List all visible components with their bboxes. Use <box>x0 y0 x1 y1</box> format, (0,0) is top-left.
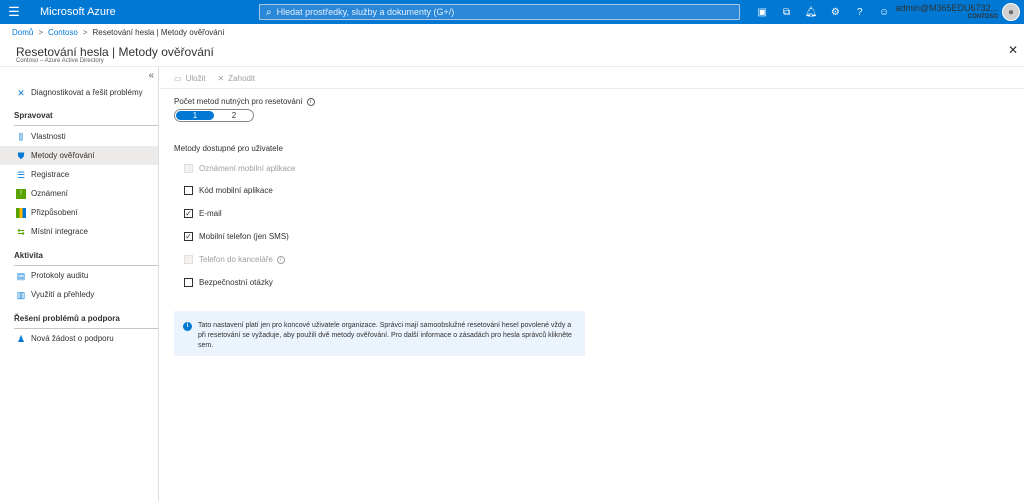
properties-icon: ⫼ <box>18 131 24 142</box>
info-message: i Tato nastavení platí jen pro koncové u… <box>174 311 585 356</box>
sidebar-item-label: Přizpůsobení <box>31 208 78 217</box>
sidebar-item-label: Vlastnosti <box>31 132 66 141</box>
info-icon[interactable]: i <box>306 97 315 106</box>
avatar[interactable]: ● <box>1002 3 1020 21</box>
checkbox-label: Oznámení mobilní aplikace <box>199 164 296 173</box>
sidebar-item-usage[interactable]: ▥ Využití a přehledy <box>0 285 158 304</box>
sidebar-item-auth-methods[interactable]: ⛊ Metody ověřování <box>0 146 158 165</box>
breadcrumb-separator: > <box>82 28 88 37</box>
notification-icon: ! <box>16 188 26 199</box>
checkbox-mobile-phone[interactable]: ✓ Mobilní telefon (jen SMS) <box>184 232 289 241</box>
search-icon: ⌕ <box>266 6 272 18</box>
info-text[interactable]: Tato nastavení platí jen pro koncové uži… <box>198 322 572 349</box>
methods-required-text: Počet metod nutných pro resetování <box>174 97 303 106</box>
methods-required-toggle[interactable]: 1 2 <box>174 109 254 122</box>
section-support: Řešení problémů a podpora <box>14 314 120 323</box>
header-icons: ▣ ⧉ 🔔︎ ⚙ ? ☺ <box>750 0 896 24</box>
sidebar-item-label: Místní integrace <box>31 227 88 236</box>
sidebar-item-label: Registrace <box>31 170 70 179</box>
collapse-sidebar-icon[interactable]: « <box>148 70 154 81</box>
brand-title[interactable]: Microsoft Azure <box>40 6 116 18</box>
user-account[interactable]: admin@M365EDU6732... CONTOSO <box>895 3 998 21</box>
sidebar-item-properties[interactable]: ⫼ Vlastnosti <box>0 127 158 146</box>
discard-button[interactable]: ✕ Zahodit <box>218 74 255 83</box>
save-icon: ▭ <box>174 74 182 83</box>
hamburger-menu-icon[interactable]: ☰ <box>0 0 28 24</box>
checkbox-label: Mobilní telefon (jen SMS) <box>199 232 289 241</box>
sidebar-item-label: Oznámení <box>31 189 68 198</box>
user-name: admin@M365EDU6732... <box>895 3 998 13</box>
search-input[interactable]: ⌕ Hledat prostředky, služby a dokumenty … <box>259 4 740 20</box>
checkbox-mobile-app-notification: Oznámení mobilní aplikace <box>184 164 296 173</box>
toggle-option-1[interactable]: 1 <box>175 110 215 121</box>
breadcrumb-home[interactable]: Domů <box>12 28 33 37</box>
checkbox-email[interactable]: ✓ E-mail <box>184 209 222 218</box>
breadcrumb-current: Resetování hesla | Metody ověřování <box>92 28 225 37</box>
sidebar-item-new-support-request[interactable]: ♟ Nová žádost o podporu <box>0 329 158 348</box>
tenant-name: CONTOSO <box>967 14 998 20</box>
available-methods-label: Metody dostupné pro uživatele <box>174 144 283 153</box>
checkbox-box[interactable] <box>184 186 193 195</box>
feedback-icon[interactable]: ☺ <box>872 0 896 24</box>
cloud-shell-icon[interactable]: ▣ <box>750 0 774 24</box>
command-bar: ▭ Uložit ✕ Zahodit <box>174 74 255 83</box>
sidebar-item-label: Nová žádost o podporu <box>31 334 114 343</box>
checkbox-box[interactable] <box>184 278 193 287</box>
search-placeholder: Hledat prostředky, služby a dokumenty (G… <box>276 7 455 17</box>
audit-log-icon: ▤ <box>16 270 26 281</box>
sidebar-item-registration[interactable]: ☰ Registrace <box>0 165 158 184</box>
page-subtitle: Contoso – Azure Active Directory <box>16 58 104 64</box>
sidebar-item-label: Využití a přehledy <box>31 290 95 299</box>
sidebar-item-label: Metody ověřování <box>31 151 95 160</box>
sidebar-item-notifications[interactable]: ! Oznámení <box>0 184 158 203</box>
discard-label: Zahodit <box>228 74 255 83</box>
checkbox-security-questions[interactable]: Bezpečnostní otázky <box>184 278 273 287</box>
sidebar-item-customization[interactable]: Přizpůsobení <box>0 203 158 222</box>
checkbox-label: E-mail <box>199 209 222 218</box>
page-title: Resetování hesla | Metody ověřování <box>16 45 214 59</box>
sidebar-item-diagnose[interactable]: ✕ Diagnostikovat a řešit problémy <box>0 83 158 102</box>
bell-icon[interactable]: 🔔︎ <box>799 0 823 24</box>
breadcrumb-contoso[interactable]: Contoso <box>48 28 78 37</box>
gear-icon[interactable]: ⚙ <box>823 0 847 24</box>
checkbox-office-phone: Telefon do kanceláře i <box>184 255 285 264</box>
support-person-icon: ♟ <box>16 333 26 344</box>
directory-filter-icon[interactable]: ⧉ <box>774 0 798 24</box>
divider <box>160 88 1024 89</box>
breadcrumb-separator: > <box>38 28 44 37</box>
list-icon: ☰ <box>16 169 26 180</box>
checkbox-label: Bezpečnostní otázky <box>199 278 273 287</box>
shield-icon: ⛊ <box>17 150 25 161</box>
info-icon[interactable]: i <box>276 255 285 264</box>
divider <box>14 125 158 126</box>
sidebar: « ✕ Diagnostikovat a řešit problémy Spra… <box>0 67 159 501</box>
checkbox-mobile-app-code[interactable]: Kód mobilní aplikace <box>184 186 273 195</box>
help-icon[interactable]: ? <box>848 0 872 24</box>
info-icon: i <box>183 322 192 331</box>
checkbox-label: Kód mobilní aplikace <box>199 186 273 195</box>
checkmark-icon[interactable]: ✓ <box>184 232 193 241</box>
integration-icon: ⇆ <box>17 226 25 237</box>
close-icon[interactable]: ✕ <box>1008 43 1018 57</box>
sidebar-item-label: Diagnostikovat a řešit problémy <box>31 88 143 97</box>
chart-icon: ▥ <box>16 289 26 300</box>
checkmark-icon[interactable]: ✓ <box>184 209 193 218</box>
breadcrumb: Domů > Contoso > Resetování hesla | Meto… <box>12 28 224 37</box>
checkbox-box <box>184 255 193 264</box>
section-activity: Aktivita <box>14 251 43 260</box>
save-label: Uložit <box>185 74 206 83</box>
toggle-option-2[interactable]: 2 <box>215 110 253 121</box>
section-manage: Spravovat <box>14 111 53 120</box>
sidebar-item-onprem[interactable]: ⇆ Místní integrace <box>0 222 158 241</box>
save-button[interactable]: ▭ Uložit <box>174 74 206 83</box>
sidebar-item-audit-logs[interactable]: ▤ Protokoly auditu <box>0 266 158 285</box>
checkbox-box <box>184 164 193 173</box>
methods-required-label: Počet metod nutných pro resetování i <box>174 97 315 106</box>
wrench-icon: ✕ <box>17 87 25 98</box>
sidebar-item-label: Protokoly auditu <box>31 271 89 280</box>
customization-icon <box>16 207 26 218</box>
discard-icon: ✕ <box>217 74 225 83</box>
checkbox-label: Telefon do kanceláře <box>199 255 273 264</box>
